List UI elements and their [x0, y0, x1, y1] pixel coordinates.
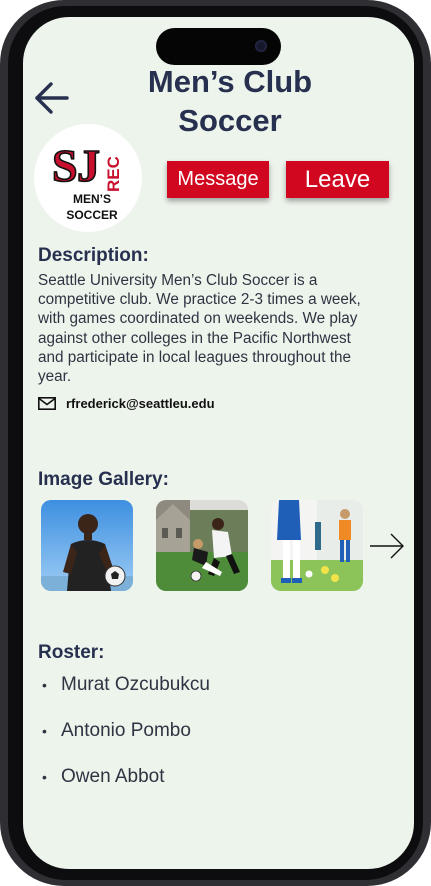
message-button[interactable]: Message — [167, 161, 269, 198]
logo-line-1: MEN’S — [73, 192, 111, 206]
gallery-image-2[interactable] — [156, 500, 248, 591]
roster-member: Murat Ozcubukcu — [42, 670, 210, 716]
dynamic-island — [156, 28, 281, 65]
page-title-line-2: Soccer — [178, 103, 282, 138]
gallery-photo-team-training — [271, 500, 363, 591]
back-arrow-icon[interactable] — [34, 80, 70, 116]
logo-letter-s: S — [52, 140, 78, 191]
camera-icon — [255, 40, 267, 52]
gallery-photo-tackle — [156, 500, 248, 591]
gallery-heading: Image Gallery: — [38, 469, 169, 490]
roster-list: Murat Ozcubukcu Antonio Pombo Owen Abbot — [42, 670, 210, 808]
roster-member: Owen Abbot — [42, 762, 210, 808]
contact-email[interactable]: rfrederick@seattleu.edu — [38, 396, 215, 411]
logo-letter-j: J — [77, 140, 100, 191]
leave-button[interactable]: Leave — [286, 161, 389, 198]
club-logo-graphic: S J REC MEN’S SOCCER — [51, 139, 123, 222]
page-title: Men’s Club Soccer — [120, 62, 340, 140]
description-text: Seattle University Men’s Club Soccer is … — [38, 272, 361, 386]
gallery-image-1[interactable] — [41, 500, 133, 591]
roster-heading: Roster: — [38, 642, 105, 663]
club-logo: S J REC MEN’S SOCCER — [34, 124, 142, 232]
description-heading: Description: — [38, 245, 149, 266]
gallery-image-3[interactable] — [271, 500, 363, 591]
page-title-line-1: Men’s Club — [147, 64, 313, 99]
email-address[interactable]: rfrederick@seattleu.edu — [66, 396, 215, 411]
roster-member: Antonio Pombo — [42, 716, 210, 762]
logo-rec-text: REC — [104, 156, 123, 192]
gallery-photo-player-with-ball — [41, 500, 133, 591]
arrow-right-icon[interactable] — [369, 532, 405, 560]
mail-icon — [38, 397, 56, 410]
logo-line-2: SOCCER — [66, 208, 118, 222]
